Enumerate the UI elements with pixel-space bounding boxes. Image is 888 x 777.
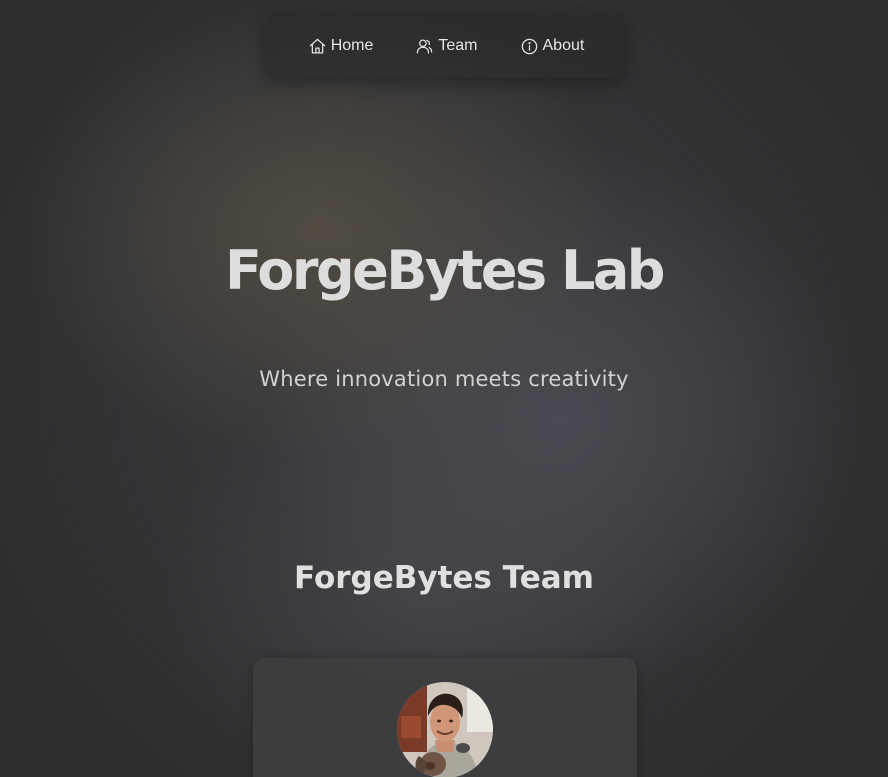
nav-home-label: Home — [330, 37, 374, 54]
member-avatar-photo — [397, 682, 493, 777]
nav-home-link[interactable]: Home — [308, 37, 374, 56]
avatar — [397, 682, 493, 777]
team-section-title: ForgeBytes Team — [294, 560, 594, 596]
nav-about-label: About — [542, 37, 585, 54]
nav-about-link[interactable]: About — [520, 37, 585, 56]
top-navbar: Home Team About — [266, 14, 624, 78]
info-icon — [520, 37, 539, 56]
nav-team-label: Team — [438, 37, 478, 54]
nav-team-link[interactable]: Team — [415, 37, 478, 56]
users-icon — [415, 37, 434, 56]
hero-subtitle: Where innovation meets creativity — [259, 367, 629, 391]
home-icon — [308, 37, 327, 56]
team-member-card — [253, 658, 637, 777]
hero-title: ForgeBytes Lab — [225, 239, 665, 302]
